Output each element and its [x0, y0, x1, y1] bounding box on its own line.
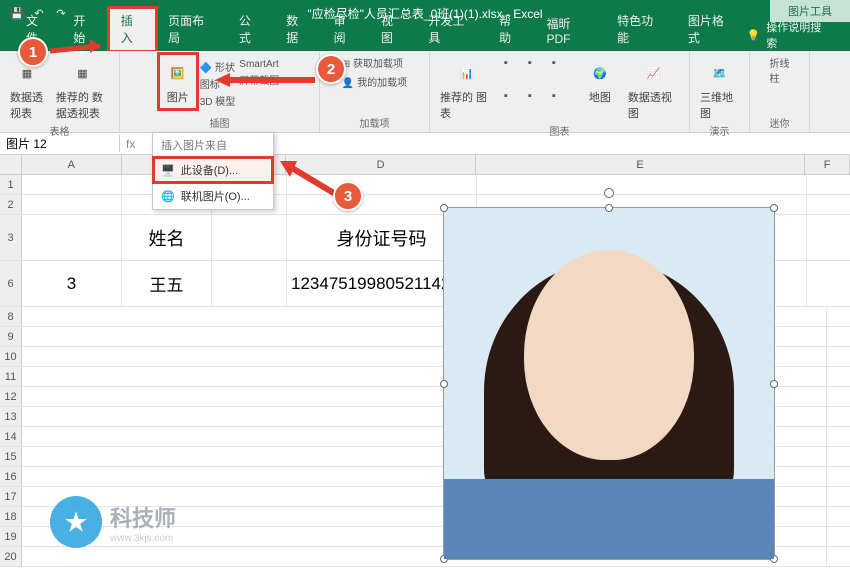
group-tables-label: 表格 — [50, 123, 70, 138]
row-header[interactable]: 16 — [0, 467, 22, 486]
picture-icon: 🖼️ — [162, 57, 194, 89]
group-charts-label: 图表 — [550, 123, 570, 138]
watermark: ★ 科技师 www.3kjs.com — [50, 496, 176, 548]
row-header[interactable]: 19 — [0, 527, 22, 546]
resize-handle[interactable] — [770, 380, 778, 388]
callout-2: 2 — [316, 54, 346, 84]
fx-icon[interactable]: fx — [120, 137, 141, 151]
save-icon[interactable]: 💾 — [8, 4, 26, 22]
cell[interactable] — [477, 175, 807, 194]
watermark-url: www.3kjs.com — [110, 533, 176, 544]
row-header[interactable]: 3 — [0, 215, 22, 260]
ribbon: ▦数据透 视表 ▦推荐的 数据透视表 表格 🖼️ 图片 🔷 形状 图标 3D 模… — [0, 51, 850, 133]
bulb-icon: 💡 — [747, 29, 761, 42]
cell[interactable] — [212, 215, 287, 260]
row-header[interactable]: 6 — [0, 261, 22, 306]
row-header[interactable]: 17 — [0, 487, 22, 506]
row-header[interactable]: 15 — [0, 447, 22, 466]
maps-button[interactable]: 🌍地图 — [580, 55, 620, 123]
cell-index[interactable]: 3 — [22, 261, 122, 306]
cell-header-name[interactable]: 姓名 — [122, 215, 212, 260]
row-header[interactable]: 18 — [0, 507, 22, 526]
chart-type-icon[interactable]: ▪ — [552, 57, 574, 88]
row-header[interactable]: 20 — [0, 547, 22, 566]
from-device-item[interactable]: 🖥️ 此设备(D)... — [153, 157, 273, 183]
undo-icon[interactable]: ↶ — [30, 4, 48, 22]
row-header[interactable]: 8 — [0, 307, 22, 326]
window-title: "应检尽检"人员汇总表_0班(1)(1).xlsx - Excel — [307, 5, 542, 22]
inserted-photo[interactable] — [443, 207, 775, 560]
chart-type-icon[interactable]: ▪ — [504, 90, 526, 121]
resize-handle[interactable] — [770, 204, 778, 212]
col-header[interactable]: A — [22, 155, 122, 174]
chart-type-icon[interactable]: ▪ — [504, 57, 526, 88]
tab-insert[interactable]: 插入 — [109, 8, 156, 51]
ribbon-tabs: 文件 开始 插入 页面布局 公式 数据 审阅 视图 开发工具 帮助 福昕PDF … — [0, 26, 850, 51]
tab-layout[interactable]: 页面布局 — [156, 8, 227, 51]
group-illust-label: 插图 — [210, 115, 230, 130]
redo-icon[interactable]: ↷ — [52, 4, 70, 22]
arrow-1 — [40, 36, 110, 66]
watermark-badge: ★ — [50, 496, 102, 548]
recommended-charts-button[interactable]: 📊推荐的 图表 — [436, 55, 498, 123]
tab-formulas[interactable]: 公式 — [227, 8, 274, 51]
row-header[interactable]: 11 — [0, 367, 22, 386]
row-header[interactable]: 10 — [0, 347, 22, 366]
group-spark-label: 迷你 — [770, 115, 790, 130]
resize-handle[interactable] — [605, 204, 613, 212]
row-header[interactable]: 1 — [0, 175, 22, 194]
resize-handle[interactable] — [440, 204, 448, 212]
tell-me[interactable]: 💡 操作说明搜索 — [747, 19, 850, 51]
arrow-2 — [210, 70, 320, 90]
online-pictures-item[interactable]: 🌐 联机图片(O)... — [153, 183, 273, 209]
chart-type-icon[interactable]: ▪ — [528, 90, 550, 121]
watermark-text: 科技师 — [110, 501, 176, 533]
tab-picformat[interactable]: 图片格式 — [676, 8, 747, 51]
col-header[interactable]: F — [805, 155, 850, 174]
tab-special[interactable]: 特色功能 — [605, 8, 676, 51]
smartart-button[interactable]: SmartArt — [239, 59, 279, 70]
3d-model-button[interactable]: 3D 模型 — [200, 93, 236, 108]
callout-1: 1 — [18, 37, 48, 67]
get-addins-button[interactable]: ⊞ 获取加载项 — [342, 55, 407, 70]
quick-access-toolbar: 💾 ↶ ↷ — [0, 4, 78, 22]
chart-type-icon[interactable]: ▪ — [528, 57, 550, 88]
arrow-3 — [272, 155, 342, 205]
row-header[interactable]: 9 — [0, 327, 22, 346]
my-addins-button[interactable]: 👤 我的加载项 — [342, 74, 407, 89]
row-header[interactable]: 2 — [0, 195, 22, 214]
group-addins-label: 加载项 — [360, 115, 390, 130]
group-demo-label: 演示 — [710, 123, 730, 138]
picture-tools-tab[interactable]: 图片工具 — [770, 0, 850, 22]
cell[interactable] — [22, 215, 122, 260]
tab-foxit[interactable]: 福昕PDF — [534, 11, 605, 51]
row-header[interactable]: 12 — [0, 387, 22, 406]
pivot-chart-button[interactable]: 📈数据透视图 — [624, 55, 683, 123]
3d-map-button[interactable]: 🗺️三维地 图 — [696, 55, 743, 123]
select-all-corner[interactable] — [0, 155, 22, 174]
dropdown-header: 插入图片来自 — [153, 133, 273, 157]
cell-name[interactable]: 王五 — [122, 261, 212, 306]
cell[interactable] — [212, 261, 287, 306]
photo-collar — [444, 479, 774, 559]
pictures-button[interactable]: 🖼️ 图片 — [160, 55, 196, 108]
col-header[interactable]: E — [476, 155, 805, 174]
sparkline-col-button[interactable]: 柱 — [770, 70, 790, 85]
insert-picture-dropdown: 插入图片来自 🖥️ 此设备(D)... 🌐 联机图片(O)... — [152, 132, 274, 210]
photo-face — [524, 250, 694, 460]
chart-type-icon[interactable]: ▪ — [552, 90, 574, 121]
callout-3: 3 — [333, 181, 363, 211]
rotate-handle[interactable] — [604, 188, 614, 198]
row-header[interactable]: 13 — [0, 407, 22, 426]
sparkline-line-button[interactable]: 折线 — [770, 55, 790, 70]
cell[interactable] — [22, 195, 122, 214]
device-icon: 🖥️ — [161, 164, 175, 177]
star-icon: ★ — [63, 506, 88, 539]
row-header[interactable]: 14 — [0, 427, 22, 446]
globe-icon: 🌐 — [161, 190, 175, 203]
cell[interactable] — [22, 175, 122, 194]
resize-handle[interactable] — [440, 380, 448, 388]
